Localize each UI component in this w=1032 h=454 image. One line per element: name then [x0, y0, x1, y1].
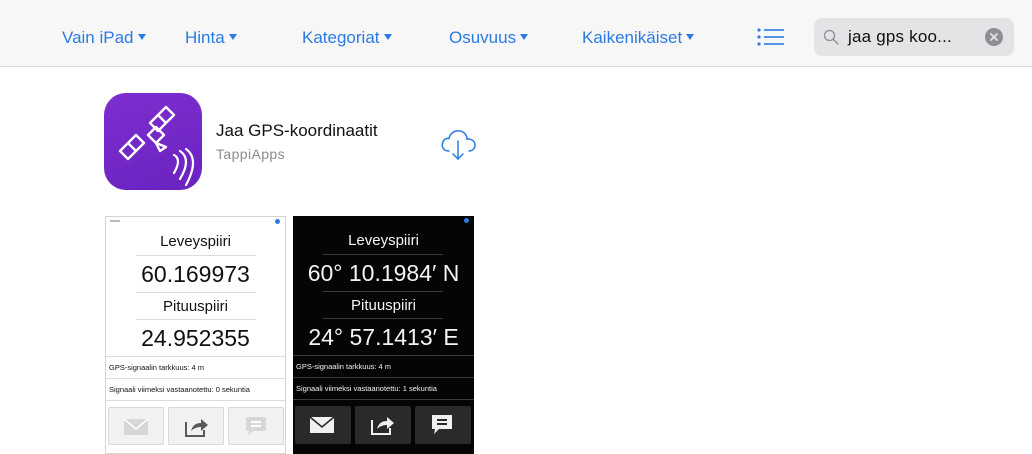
- latitude-value: 60° 10.1984′ N: [307, 260, 460, 286]
- app-icon[interactable]: [104, 93, 202, 190]
- status-bar: [110, 220, 120, 222]
- latitude-value: 60.169973: [141, 261, 250, 287]
- filter-device-label: Vain iPad: [62, 28, 134, 47]
- filter-categories-label: Kategoriat: [302, 28, 380, 47]
- mail-button: [108, 407, 164, 445]
- message-button: [228, 407, 284, 445]
- latitude-label: Leveyspiiri: [348, 232, 419, 249]
- message-icon: [432, 415, 452, 434]
- mail-icon: [309, 416, 335, 433]
- divider: [293, 377, 474, 378]
- caret-down-icon: [228, 34, 237, 40]
- share-button: [168, 407, 224, 445]
- last-signal-text: Signaali viimeksi vastaanotettu: 0 sekun…: [109, 385, 250, 394]
- share-button: [355, 406, 411, 444]
- caret-down-icon: [383, 34, 392, 40]
- caret-down-icon: [137, 34, 146, 40]
- divider: [323, 254, 443, 255]
- list-view-button[interactable]: [756, 27, 786, 47]
- longitude-value: 24° 57.1413′ E: [308, 324, 459, 350]
- filter-age-label: Kaikenikäiset: [582, 28, 683, 47]
- last-signal-text: Signaali viimeksi vastaanotettu: 1 sekun…: [296, 384, 437, 393]
- longitude-label: Pituuspiiri: [162, 298, 229, 315]
- share-icon: [371, 417, 394, 435]
- divider: [136, 255, 256, 256]
- filter-age[interactable]: Kaikenikäiset: [582, 27, 695, 49]
- filter-relevance-label: Osuvuus: [449, 28, 517, 47]
- longitude-label: Pituuspiiri: [350, 297, 417, 314]
- filter-price-label: Hinta: [185, 28, 225, 47]
- divider: [136, 319, 256, 320]
- download-button[interactable]: [438, 126, 478, 162]
- filter-price[interactable]: Hinta: [185, 27, 237, 49]
- app-title[interactable]: Jaa GPS-koordinaatit: [216, 121, 378, 141]
- mail-button: [295, 406, 351, 444]
- divider: [323, 291, 443, 292]
- screenshot-dark[interactable]: Leveyspiiri 60° 10.1984′ N Pituuspiiri 2…: [293, 216, 474, 454]
- cloud-download-icon: [441, 130, 476, 160]
- message-icon: [246, 417, 266, 436]
- filter-relevance[interactable]: Osuvuus: [449, 27, 529, 49]
- search-query[interactable]: jaa gps koo...: [848, 27, 952, 47]
- gps-accuracy-text: GPS-signaalin tarkkuus: 4 m: [296, 362, 392, 371]
- app-developer[interactable]: TappiApps: [216, 146, 285, 162]
- filter-device[interactable]: Vain iPad: [62, 27, 146, 49]
- magnifier-icon: [823, 29, 839, 45]
- gps-accuracy-text: GPS-signaalin tarkkuus: 4 m: [109, 363, 205, 372]
- divider: [323, 318, 443, 319]
- latitude-label: Leveyspiiri: [160, 233, 231, 250]
- search-field[interactable]: jaa gps koo...: [814, 18, 1014, 56]
- list-icon: [757, 28, 784, 46]
- settings-dot-icon: [464, 218, 469, 223]
- mail-icon: [123, 418, 149, 435]
- filter-categories[interactable]: Kategoriat: [302, 27, 392, 49]
- longitude-value: 24.952355: [141, 325, 250, 351]
- divider: [106, 356, 285, 357]
- satellite-icon: [118, 105, 195, 187]
- divider: [136, 292, 256, 293]
- divider: [106, 400, 285, 401]
- divider: [293, 355, 474, 356]
- divider: [293, 399, 474, 400]
- settings-dot-icon: [275, 219, 280, 224]
- message-button: [415, 406, 471, 444]
- caret-down-icon: [686, 34, 695, 40]
- caret-down-icon: [520, 34, 529, 40]
- screenshot-light[interactable]: Leveyspiiri 60.169973 Pituuspiiri 24.952…: [105, 216, 286, 454]
- share-icon: [185, 419, 208, 437]
- clear-icon: [990, 33, 998, 41]
- clear-search-button[interactable]: [985, 28, 1003, 46]
- filter-bar: Vain iPad Hinta Kategoriat Osuvuus Kaike…: [0, 0, 1032, 67]
- divider: [106, 378, 285, 379]
